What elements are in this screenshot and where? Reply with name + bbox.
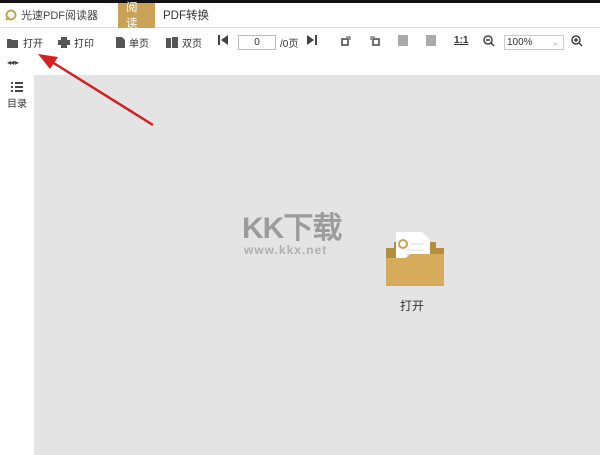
open-button[interactable]: 打开 [7, 35, 43, 50]
zoom-out-button[interactable] [483, 35, 495, 47]
page-number-input[interactable]: 0 [238, 35, 276, 50]
fit-page-button[interactable] [426, 35, 436, 46]
tab-read[interactable]: 阅读 [118, 2, 155, 30]
print-label: 打印 [74, 39, 94, 50]
single-page-button[interactable]: 单页 [116, 35, 149, 50]
last-page-icon [307, 35, 317, 45]
actual-size-button[interactable]: 1:1 [454, 35, 468, 46]
app-logo-icon [5, 9, 17, 21]
zoom-value: 100% [507, 37, 533, 48]
zoom-select[interactable]: 100% ⌄ [504, 35, 564, 50]
double-page-label: 双页 [182, 39, 202, 50]
list-icon [11, 82, 23, 92]
rotate-left-button[interactable] [369, 35, 380, 46]
fit-width-icon [398, 35, 408, 46]
sidebar [0, 75, 34, 455]
watermark-url: www.kkx.net [244, 243, 328, 257]
zoom-in-icon [571, 35, 583, 47]
app-title: 光速PDF阅读器 [21, 10, 98, 22]
toc-label: 目录 [7, 99, 27, 110]
page-total: /0页 [280, 39, 299, 50]
open-file-folder-icon[interactable] [384, 228, 446, 290]
tab-pdf-convert[interactable]: PDF转换 [155, 3, 217, 28]
single-page-icon [116, 37, 125, 48]
print-button[interactable]: 打印 [58, 35, 94, 50]
toc-button[interactable]: 目录 [5, 82, 29, 110]
open-label: 打开 [23, 39, 43, 50]
chevron-down-icon: ⌄ [552, 38, 559, 47]
double-page-button[interactable]: 双页 [166, 35, 202, 50]
rotate-right-button[interactable] [341, 35, 352, 46]
toolbar: 打开 打印 单页 双页 0 /0页 1:1 100% ⌄ [0, 32, 600, 54]
collapse-sidebar-icon[interactable]: ◂◂▪▸ [7, 58, 19, 67]
last-page-button[interactable] [307, 35, 317, 45]
fit-page-icon [426, 35, 436, 46]
open-file-label[interactable]: 打开 [400, 297, 424, 314]
watermark-logo: KK下载 [242, 212, 342, 245]
rotate-left-icon [370, 36, 380, 46]
printer-icon [58, 37, 70, 48]
title-bar: 光速PDF阅读器 阅读 PDF转换 [0, 2, 600, 30]
zoom-in-button[interactable] [571, 35, 583, 47]
first-page-button[interactable] [218, 35, 228, 45]
document-canvas [34, 75, 600, 455]
fit-width-button[interactable] [398, 35, 408, 46]
app-logo: 光速PDF阅读器 [5, 7, 118, 23]
zoom-out-icon [483, 35, 495, 47]
first-page-icon [218, 35, 228, 45]
double-page-icon [166, 37, 178, 48]
single-page-label: 单页 [129, 39, 149, 50]
folder-icon [7, 38, 18, 48]
rotate-right-icon [341, 36, 351, 46]
